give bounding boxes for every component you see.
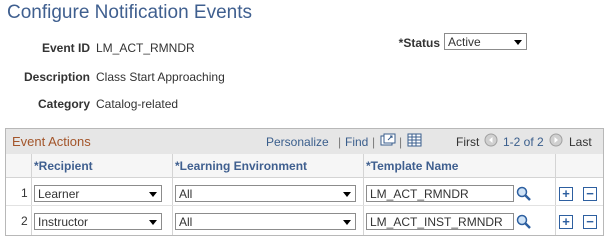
delete-row-button[interactable]: − — [583, 187, 597, 201]
recipient-select[interactable]: Instructor — [34, 213, 162, 230]
previous-icon[interactable] — [484, 133, 498, 147]
recipient-select[interactable]: Learner — [34, 185, 162, 202]
chevron-down-icon — [514, 40, 522, 45]
personalize-link[interactable]: Personalize — [266, 135, 329, 149]
recipient-value: Instructor — [38, 215, 89, 229]
page-range: 1-2 of 2 — [503, 135, 544, 149]
grid-title: Event Actions — [12, 134, 91, 149]
row-divider — [6, 205, 603, 206]
column-header-recipient[interactable]: *Recipient — [34, 155, 93, 177]
delete-row-button[interactable]: − — [583, 215, 597, 229]
chevron-down-icon — [343, 220, 351, 225]
add-row-button[interactable]: + — [559, 187, 573, 201]
find-link[interactable]: Find — [345, 135, 368, 149]
recipient-value: Learner — [38, 187, 80, 201]
column-divider — [363, 154, 364, 235]
description-label: Description — [23, 70, 90, 84]
chevron-down-icon — [343, 192, 351, 197]
template-name-field[interactable]: LM_ACT_RMNDR — [366, 185, 514, 202]
chevron-down-icon — [149, 192, 157, 197]
chevron-down-icon — [149, 220, 157, 225]
column-divider — [555, 154, 556, 235]
separator: | — [372, 135, 376, 149]
environment-select[interactable]: All — [175, 185, 356, 202]
template-name-value: LM_ACT_INST_RMNDR — [370, 215, 503, 229]
column-header-template[interactable]: *Template Name — [366, 155, 458, 177]
template-name-field[interactable]: LM_ACT_INST_RMNDR — [366, 213, 514, 230]
environment-select[interactable]: All — [175, 213, 356, 230]
environment-value: All — [179, 187, 193, 201]
next-icon[interactable] — [549, 133, 563, 147]
grid-header: Event Actions Personalize | Find | | Fir… — [6, 129, 603, 155]
add-row-button[interactable]: + — [559, 215, 573, 229]
page-title: Configure Notification Events — [7, 2, 253, 23]
separator: | — [338, 135, 342, 149]
separator: | — [399, 135, 403, 149]
status-select[interactable]: Active — [444, 33, 527, 50]
category-value: Catalog-related — [96, 97, 179, 111]
event-actions-grid: Event Actions Personalize | Find | | Fir… — [5, 128, 604, 236]
event-id-value: LM_ACT_RMNDR — [96, 41, 195, 55]
search-icon[interactable] — [516, 214, 532, 230]
environment-value: All — [179, 215, 193, 229]
row-number: 1 — [21, 186, 28, 200]
last-label: Last — [569, 135, 592, 149]
status-label: *Status — [398, 36, 440, 50]
first-label: First — [456, 135, 480, 149]
view-all-icon[interactable] — [380, 133, 396, 147]
row-number: 2 — [21, 214, 28, 228]
search-icon[interactable] — [516, 186, 532, 202]
column-header-environment[interactable]: *Learning Environment — [175, 155, 307, 177]
column-divider — [31, 154, 32, 235]
description-value: Class Start Approaching — [96, 70, 225, 84]
event-id-label: Event ID — [41, 41, 90, 55]
download-spreadsheet-icon[interactable] — [407, 133, 423, 147]
category-label: Category — [37, 97, 90, 111]
status-select-value: Active — [448, 35, 481, 49]
column-divider — [172, 154, 173, 235]
template-name-value: LM_ACT_RMNDR — [370, 187, 469, 201]
